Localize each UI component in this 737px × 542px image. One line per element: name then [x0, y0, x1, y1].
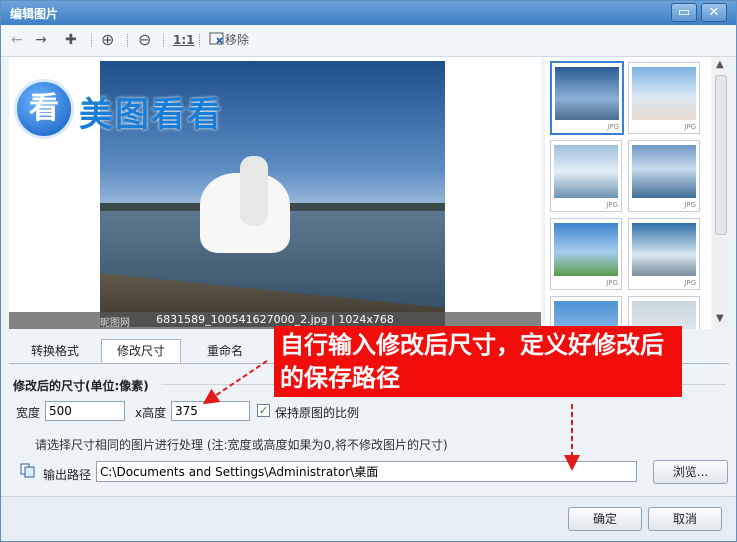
annotation-callout: 自行输入修改后尺寸，定义好修改后的保存路径 — [274, 326, 682, 397]
keep-ratio-checkbox[interactable]: ✓ — [257, 404, 270, 417]
tab-resize[interactable]: 修改尺寸 — [101, 339, 181, 363]
thumbnail-item[interactable]: JPG — [628, 218, 700, 290]
thumbnail-item[interactable]: JPG — [550, 61, 624, 135]
output-folder-icon — [20, 463, 35, 478]
resize-group-title: 修改后的尺寸(单位:像素) — [13, 379, 149, 393]
arrow-to-size-fields — [202, 360, 268, 405]
scroll-up-icon[interactable]: ▲ — [716, 59, 724, 70]
dialog-footer: 确定 取消 — [1, 496, 736, 541]
remove-icon — [209, 32, 224, 45]
resize-hint: 请选择尺寸相同的图片进行处理 (注:宽度或高度如果为0,将不修改图片的尺寸) — [35, 438, 448, 452]
thumbnail-item[interactable]: JPG — [628, 140, 700, 212]
maximize-button[interactable]: ▭ — [671, 3, 697, 22]
meitu-logo-icon: 看 — [14, 79, 74, 139]
height-label: x高度 — [135, 406, 167, 420]
scroll-thumb[interactable] — [715, 75, 727, 235]
width-label: 宽度 — [16, 406, 41, 420]
thumbnail-panel: JPG JPG JPG JPG JPG JPG — [545, 57, 711, 329]
edit-image-window: 编辑图片 ▭ ✕ ← → ✚ ⊕ ⊖ 1:1 移除 看 美图看看 昵图网 683… — [0, 0, 737, 542]
window-title: 编辑图片 — [10, 7, 59, 21]
actual-size-button[interactable]: 1:1 — [173, 31, 195, 49]
thumbnail-item[interactable]: JPG — [628, 62, 700, 134]
output-path-label: 输出路径 — [43, 468, 92, 482]
title-bar: 编辑图片 ▭ ✕ — [1, 1, 736, 25]
remove-label: 移除 — [225, 33, 250, 47]
add-icon[interactable]: ✚ — [65, 31, 77, 49]
thumbnail-item[interactable] — [628, 296, 700, 329]
output-path-input[interactable] — [96, 461, 637, 482]
thumbnail-item[interactable]: JPG — [550, 140, 622, 212]
toolbar-separator — [199, 34, 201, 47]
tab-rename[interactable]: 重命名 — [185, 340, 265, 362]
image-preview: 看 美图看看 昵图网 6831589_100541627000_2.jpg | … — [9, 57, 541, 329]
toolbar: ← → ✚ ⊕ ⊖ 1:1 移除 — [1, 25, 736, 57]
thumbnail-item[interactable]: JPG — [550, 218, 622, 290]
thumbnail-scrollbar[interactable]: ▲ ▼ — [713, 57, 729, 329]
zoom-in-icon[interactable]: ⊕ — [101, 31, 114, 49]
height-input[interactable] — [171, 401, 250, 421]
width-input[interactable] — [45, 401, 125, 421]
close-button[interactable]: ✕ — [701, 3, 727, 22]
keep-ratio-label: 保持原图的比例 — [275, 406, 360, 420]
zoom-out-icon[interactable]: ⊖ — [138, 31, 151, 49]
toolbar-separator — [163, 34, 165, 47]
browse-button[interactable]: 浏览... — [653, 460, 728, 484]
thumbnail-item[interactable] — [550, 296, 622, 329]
meitu-logo-text: 美图看看 — [79, 95, 223, 135]
scroll-down-icon[interactable]: ▼ — [716, 313, 724, 324]
cancel-button[interactable]: 取消 — [648, 507, 722, 531]
image-caption: 6831589_100541627000_2.jpg | 1024x768 — [156, 313, 394, 326]
toolbar-separator — [91, 34, 93, 47]
ok-button[interactable]: 确定 — [568, 507, 642, 531]
tab-convert-format[interactable]: 转换格式 — [15, 340, 95, 362]
forward-arrow-icon[interactable]: → — [35, 31, 47, 49]
back-arrow-icon[interactable]: ← — [11, 31, 23, 49]
toolbar-separator — [127, 34, 129, 47]
remove-button[interactable]: 移除 — [209, 31, 249, 49]
